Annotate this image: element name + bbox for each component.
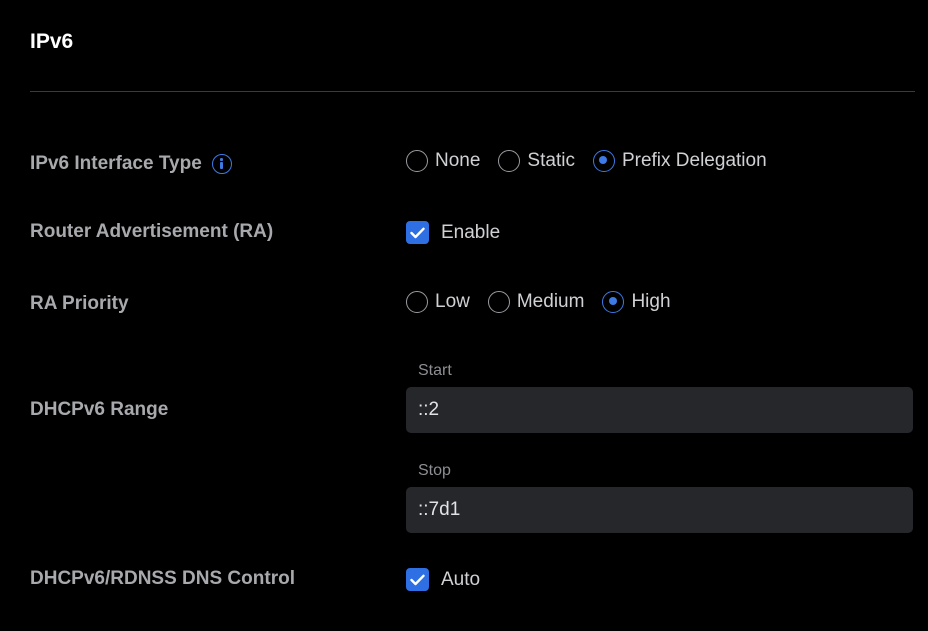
radio-icon[interactable] xyxy=(487,291,510,313)
radio-option-high[interactable]: High xyxy=(602,291,671,313)
start-field-label: Start xyxy=(418,362,452,379)
radio-label: Static xyxy=(527,150,575,171)
radio-selected-icon[interactable] xyxy=(592,150,615,172)
radio-option-static[interactable]: Static xyxy=(498,150,575,172)
radio-label: None xyxy=(435,150,481,171)
checkbox-checked-icon[interactable] xyxy=(406,568,429,591)
checkbox-label: Enable xyxy=(441,221,501,243)
radio-option-medium[interactable]: Medium xyxy=(487,291,585,313)
interface-type-radio-group: None Static Prefix Delegation xyxy=(406,150,785,172)
radio-icon[interactable] xyxy=(406,150,428,172)
checkbox-checked-icon[interactable] xyxy=(406,221,429,244)
section-divider xyxy=(30,91,915,92)
radio-selected-icon[interactable] xyxy=(602,291,625,313)
radio-label: High xyxy=(631,291,671,312)
section-title: IPv6 xyxy=(30,30,74,53)
radio-label: Low xyxy=(435,291,470,312)
dhcpv6-range-label: DHCPv6 Range xyxy=(30,399,169,420)
ra-priority-radio-group: Low Medium High xyxy=(406,291,689,313)
ra-priority-label: RA Priority xyxy=(30,293,129,314)
radio-icon[interactable] xyxy=(498,150,521,172)
radio-option-none[interactable]: None xyxy=(406,150,480,172)
checkbox-label: Auto xyxy=(441,568,481,590)
enable-checkbox-option[interactable]: Enable xyxy=(406,221,500,244)
dns-control-label: DHCPv6/RDNSS DNS Control xyxy=(30,568,295,589)
router-advertisement-label: Router Advertisement (RA) xyxy=(30,221,274,242)
interface-type-label: IPv6 Interface Type xyxy=(30,153,202,174)
radio-option-prefix-delegation[interactable]: Prefix Delegation xyxy=(592,150,767,172)
start-input[interactable]: ::2 xyxy=(406,387,913,433)
dns-control-control: Auto xyxy=(406,568,480,591)
radio-option-low[interactable]: Low xyxy=(406,291,470,313)
interface-type-label-row: IPv6 Interface Type xyxy=(30,153,232,175)
router-advertisement-control: Enable xyxy=(406,221,500,244)
radio-icon[interactable] xyxy=(406,291,428,313)
stop-input[interactable]: ::7d1 xyxy=(406,487,913,533)
info-icon[interactable] xyxy=(211,154,232,174)
radio-label: Medium xyxy=(516,291,585,312)
radio-label: Prefix Delegation xyxy=(621,150,767,171)
stop-field-label: Stop xyxy=(418,462,451,479)
auto-checkbox-option[interactable]: Auto xyxy=(406,568,480,591)
